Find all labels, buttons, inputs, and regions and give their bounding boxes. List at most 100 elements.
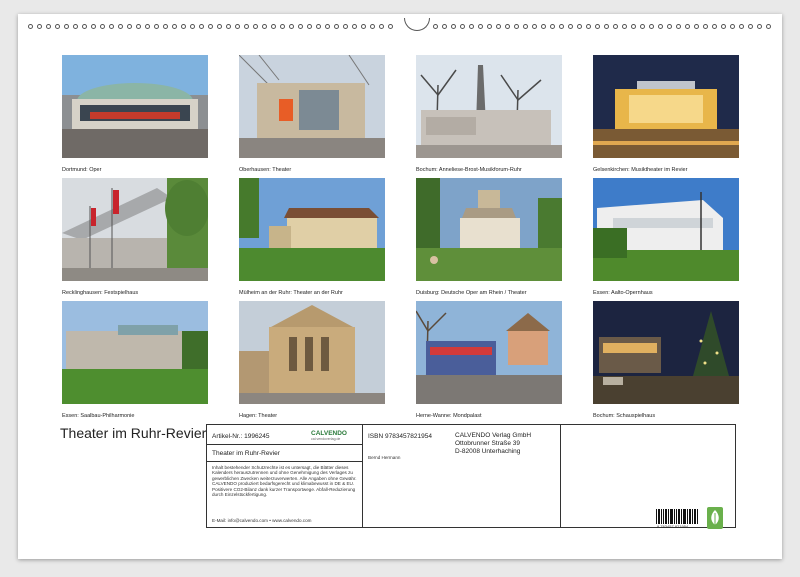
photo-caption: Dortmund: Oper: [62, 167, 102, 173]
legal-notice: Inhalt bestehender Schutzrechte ist es u…: [212, 465, 357, 498]
author: Bernd Hermann: [368, 455, 401, 460]
photo-muelheim-theater: [239, 178, 385, 281]
photo-bochum-musikforum: [416, 55, 562, 159]
binding-ring: [595, 24, 600, 29]
binding-ring: [613, 24, 618, 29]
binding-ring: [451, 24, 456, 29]
photo-hagen-theater: [239, 301, 385, 404]
photo-herne-mondpalast: [415, 301, 562, 405]
binding-ring: [658, 24, 663, 29]
photo-tile: Duisburg: Deutsche Oper am Rhein / Theat…: [416, 178, 562, 296]
calvendo-logo: CALVENDO cal.vendoverlag.de: [311, 430, 347, 441]
binding-ring: [496, 24, 501, 29]
calendar-title: Theater im Ruhr-Revier: [60, 425, 207, 441]
binding-ring: [766, 24, 771, 29]
binding-ring: [190, 24, 195, 29]
info-column-publisher: CALVENDO Verlag GmbH Ottobrunner Straße …: [451, 425, 561, 527]
photo-caption: Gelsenkirchen: Musiktheater im Revier: [593, 167, 688, 173]
info-column-isbn: ISBN 9783457821954 Bernd Hermann: [363, 425, 451, 527]
info-column-left: Artikel-Nr.: 1996245 CALVENDO cal.vendov…: [207, 425, 363, 527]
binding-ring: [154, 24, 159, 29]
binding-ring: [91, 24, 96, 29]
photo-tile: Mülheim an der Ruhr: Theater an der Ruhr: [239, 178, 385, 296]
photo-caption: Bochum: Anneliese-Brost-Musikforum-Ruhr: [416, 167, 522, 173]
photo-dortmund-oper: [62, 55, 208, 158]
photo-bochum-schauspielhaus: [593, 301, 739, 404]
binding-ring: [109, 24, 114, 29]
photo-tile: Gelsenkirchen: Musiktheater im Revier: [593, 55, 739, 173]
contact-email: E-Mail: info@calvendo.com • www.calvendo…: [212, 518, 312, 523]
spiral-binding: [28, 18, 772, 34]
binding-ring: [685, 24, 690, 29]
binding-ring: [289, 24, 294, 29]
photo-caption: Essen: Aalto-Opernhaus: [593, 290, 653, 296]
binding-ring: [64, 24, 69, 29]
binding-ring: [757, 24, 762, 29]
binding-ring: [541, 24, 546, 29]
binding-ring: [262, 24, 267, 29]
binding-ring: [748, 24, 753, 29]
binding-ring: [649, 24, 654, 29]
photo-oberhausen-theater: [238, 54, 385, 158]
product-info-box: Artikel-Nr.: 1996245 CALVENDO cal.vendov…: [206, 424, 736, 529]
binding-ring: [667, 24, 672, 29]
photo-caption: Recklinghausen: Festspielhaus: [62, 290, 139, 296]
binding-ring: [271, 24, 276, 29]
binding-ring: [460, 24, 465, 29]
binding-ring: [622, 24, 627, 29]
photo-tile: Oberhausen: Theater: [238, 54, 385, 173]
binding-ring: [55, 24, 60, 29]
photo-tile: Essen: Saalbau-Philharmonie: [62, 301, 208, 419]
binding-ring: [37, 24, 42, 29]
binding-ring: [694, 24, 699, 29]
binding-ring: [82, 24, 87, 29]
photo-tile: Dortmund: Oper: [62, 55, 208, 173]
photo-tile: Recklinghausen: Festspielhaus: [62, 178, 209, 296]
binding-ring: [550, 24, 555, 29]
binding-ring: [181, 24, 186, 29]
binding-ring: [253, 24, 258, 29]
binding-ring: [325, 24, 330, 29]
photo-essen-saalbau: [62, 301, 208, 404]
photo-recklinghausen-festspielhaus: [62, 178, 209, 281]
binding-ring: [343, 24, 348, 29]
binding-ring: [244, 24, 249, 29]
publisher-line: D-82008 Unterhaching: [455, 448, 521, 455]
binding-ring: [208, 24, 213, 29]
calendar-sheet: Dortmund: Oper Oberhausen: Theater Bochu…: [18, 14, 782, 559]
binding-ring: [631, 24, 636, 29]
photo-caption: Oberhausen: Theater: [239, 167, 292, 173]
photo-caption: Essen: Saalbau-Philharmonie: [62, 413, 135, 419]
binding-ring: [703, 24, 708, 29]
photo-tile: Herne-Wanne: Mondpalast: [415, 301, 562, 419]
binding-ring: [316, 24, 321, 29]
binding-ring: [379, 24, 384, 29]
photo-tile: Essen: Aalto-Opernhaus: [593, 178, 739, 296]
binding-ring: [730, 24, 735, 29]
publisher-line: CALVENDO Verlag GmbH: [455, 432, 532, 439]
binding-ring: [721, 24, 726, 29]
binding-ring: [217, 24, 222, 29]
publisher-line: Ottobrunner Straße 39: [455, 440, 521, 447]
binding-ring: [559, 24, 564, 29]
binding-ring: [586, 24, 591, 29]
binding-ring: [577, 24, 582, 29]
photo-caption: Hagen: Theater: [239, 413, 278, 419]
fsc-leaf-icon: [707, 507, 723, 529]
binding-ring: [28, 24, 33, 29]
photo-caption: Mülheim an der Ruhr: Theater an der Ruhr: [239, 290, 343, 296]
binding-ring: [739, 24, 744, 29]
binding-ring: [676, 24, 681, 29]
binding-ring: [136, 24, 141, 29]
binding-ring: [514, 24, 519, 29]
product-title: Theater im Ruhr-Revier: [212, 450, 280, 457]
binding-ring: [46, 24, 51, 29]
binding-ring: [307, 24, 312, 29]
binding-ring: [280, 24, 285, 29]
photo-tile: Bochum: Anneliese-Brost-Musikforum-Ruhr: [416, 55, 562, 173]
photo-caption: Herne-Wanne: Mondpalast: [416, 413, 482, 419]
binding-ring: [604, 24, 609, 29]
binding-ring: [361, 24, 366, 29]
photo-duisburg-oper: [416, 178, 562, 281]
binding-ring: [640, 24, 645, 29]
